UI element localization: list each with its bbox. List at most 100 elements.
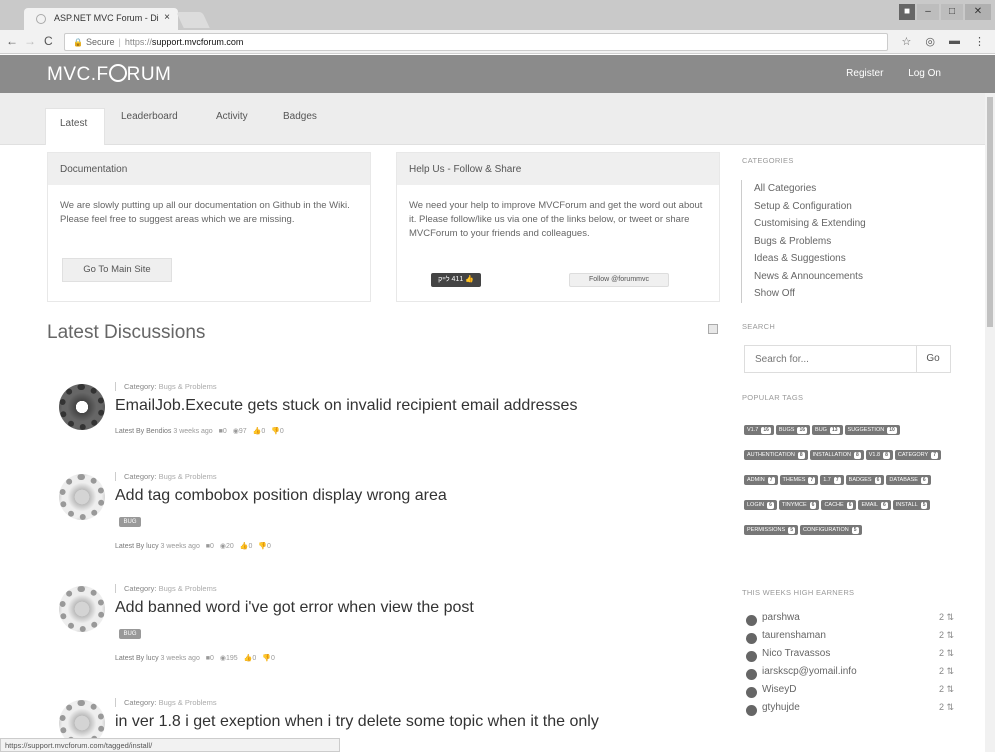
extension-2-icon[interactable]: ▬ <box>949 35 960 48</box>
user-avatar[interactable] <box>59 586 105 632</box>
popular-tags: V1.7 16 BUGS 16 BUG 13 SUGGESTION 10 AUTHENTICAT… <box>744 418 954 543</box>
tag-pill[interactable]: INSTALL 5 <box>892 500 931 510</box>
helpus-title: Help Us - Follow & Share <box>397 153 719 185</box>
category-item[interactable]: News & Announcements <box>754 268 866 286</box>
latest-discussions-heading: Latest Discussions <box>47 322 206 343</box>
scrollbar-thumb[interactable] <box>987 97 993 327</box>
category-link[interactable]: Bugs & Problems <box>159 698 217 707</box>
tag-pill[interactable]: ADMIN 7 <box>744 475 778 485</box>
category-item[interactable]: Ideas & Suggestions <box>754 250 866 268</box>
register-link[interactable]: Register <box>846 68 883 79</box>
twitter-follow-button[interactable]: Follow @forummvc <box>569 273 669 287</box>
tag-pill[interactable]: LOGIN 6 <box>744 500 777 510</box>
new-tab-button[interactable] <box>176 12 210 28</box>
user-avatar[interactable] <box>59 474 105 520</box>
category-link[interactable]: Bugs & Problems <box>159 472 217 481</box>
earner-points: 2 ⇅ <box>938 684 954 694</box>
facebook-like-button[interactable]: ‏411 לייק 👍 <box>431 273 481 287</box>
tag-count: 8 <box>853 452 861 459</box>
tag-pill[interactable]: INSTALLATION 8 <box>809 450 864 460</box>
post-category: Category: Bugs & Problems <box>115 698 217 707</box>
logon-link[interactable]: Log On <box>908 68 941 79</box>
tab-latest[interactable]: Latest <box>45 108 105 145</box>
category-item[interactable]: Show Off <box>754 285 866 303</box>
tag-pill[interactable]: V1.8 8 <box>865 450 893 460</box>
minimize-button[interactable]: – <box>917 4 939 20</box>
tag-pill[interactable]: BUG 13 <box>812 425 843 435</box>
tag-pill[interactable]: CATEGORY 7 <box>894 450 941 460</box>
scrollbar[interactable] <box>985 93 995 752</box>
earner-row[interactable]: Nico Travassos 2 ⇅ <box>744 648 954 666</box>
tag-pill[interactable]: BUGS 16 <box>775 425 811 435</box>
category-item[interactable]: Customising & Extending <box>754 215 866 233</box>
documentation-text: We are slowly putting up all our documen… <box>60 200 350 225</box>
documentation-panel: Documentation We are slowly putting up a… <box>47 152 371 302</box>
tag-count: 8 <box>883 452 890 459</box>
menu-icon[interactable]: ⋮ <box>974 35 985 48</box>
tag-pill[interactable]: TINYMCE 6 <box>778 500 820 510</box>
tag-pill[interactable]: THEMES 7 <box>779 475 819 485</box>
earner-name[interactable]: WiseyD <box>762 684 796 695</box>
tag-pill[interactable]: SUGGESTION 10 <box>844 425 900 435</box>
earner-row[interactable]: parshwa 2 ⇅ <box>744 612 954 630</box>
tag-pill[interactable]: AUTHENTICATION 8 <box>744 450 808 460</box>
search-heading: SEARCH <box>742 322 776 331</box>
search-input[interactable] <box>745 346 917 372</box>
post-tag[interactable]: BUG <box>119 629 141 639</box>
tag-pill[interactable]: EMAIL 6 <box>858 500 891 510</box>
maximize-button[interactable]: □ <box>941 4 963 20</box>
category-item[interactable]: All Categories <box>754 180 866 198</box>
category-link[interactable]: Bugs & Problems <box>159 382 217 391</box>
user-avatar[interactable] <box>59 384 105 430</box>
tag-count: 6 <box>767 502 774 509</box>
bookmark-star-icon[interactable]: ☆ <box>902 35 912 48</box>
tag-pill[interactable]: DATABASE 6 <box>886 475 931 485</box>
tab-activity[interactable]: Activity <box>216 111 248 122</box>
browser-tab[interactable]: ASP.NET MVC Forum - Di × <box>24 8 178 30</box>
tab-leaderboard[interactable]: Leaderboard <box>121 111 178 122</box>
forward-icon[interactable]: → <box>24 34 36 48</box>
tab-badges[interactable]: Badges <box>283 111 317 122</box>
earner-row[interactable]: gtyhujde 2 ⇅ <box>744 702 954 720</box>
extension-icon[interactable]: ◎ <box>925 35 935 48</box>
earner-name[interactable]: gtyhujde <box>762 702 800 713</box>
post-title-link[interactable]: EmailJob.Execute gets stuck on invalid r… <box>115 397 577 415</box>
tag-pill[interactable]: BADGES 6 <box>845 475 885 485</box>
tag-pill[interactable]: CACHE 6 <box>821 500 857 510</box>
user-avatar-icon <box>746 633 757 644</box>
category-item[interactable]: Setup & Configuration <box>754 198 866 216</box>
earner-name[interactable]: Nico Travassos <box>762 648 830 659</box>
earner-points: 2 ⇅ <box>938 702 954 712</box>
post-tag[interactable]: BUG <box>119 517 141 527</box>
post-title-link[interactable]: Add banned word i've got error when view… <box>115 599 474 617</box>
tag-pill[interactable]: CONFIGURATION 5 <box>799 525 862 535</box>
earner-row[interactable]: iarskscp@yomail.info 2 ⇅ <box>744 666 954 684</box>
tab-close-icon[interactable]: × <box>164 12 170 23</box>
tag-pill[interactable]: PERMISSIONS 5 <box>744 525 798 535</box>
earner-row[interactable]: WiseyD 2 ⇅ <box>744 684 954 702</box>
tag-pill[interactable]: V1.7 16 <box>744 425 774 435</box>
tag-pill[interactable]: 1.7 7 <box>820 475 844 485</box>
tag-count: 8 <box>797 452 805 459</box>
post-category: Category: Bugs & Problems <box>115 382 217 391</box>
categories-heading: CATEGORIES <box>742 156 794 165</box>
category-link[interactable]: Bugs & Problems <box>159 584 217 593</box>
reload-icon[interactable]: C <box>44 34 53 48</box>
back-icon[interactable]: ← <box>6 34 18 48</box>
site-logo[interactable]: MVC.F RUM <box>47 64 171 86</box>
earner-name[interactable]: parshwa <box>762 612 800 623</box>
main-site-button[interactable]: Go To Main Site <box>62 258 172 282</box>
url-field[interactable]: 🔒 Secure | https://support.mvcforum.com <box>64 33 888 51</box>
category-item[interactable]: Bugs & Problems <box>754 233 866 251</box>
post-title-link[interactable]: Add tag combobox position display wrong … <box>115 487 447 505</box>
post-title-link[interactable]: in ver 1.8 i get exeption when i try del… <box>115 713 599 731</box>
earner-name[interactable]: iarskscp@yomail.info <box>762 666 857 677</box>
earner-row[interactable]: taurenshaman 2 ⇅ <box>744 630 954 648</box>
tab-title: ASP.NET MVC Forum - Di <box>54 13 159 23</box>
rss-icon[interactable] <box>708 324 718 334</box>
earner-name[interactable]: taurenshaman <box>762 630 826 641</box>
tag-count: 7 <box>931 452 938 459</box>
profile-icon[interactable]: ■ <box>899 4 915 20</box>
search-go-button[interactable]: Go <box>916 346 950 372</box>
window-close-button[interactable]: ✕ <box>965 4 991 20</box>
